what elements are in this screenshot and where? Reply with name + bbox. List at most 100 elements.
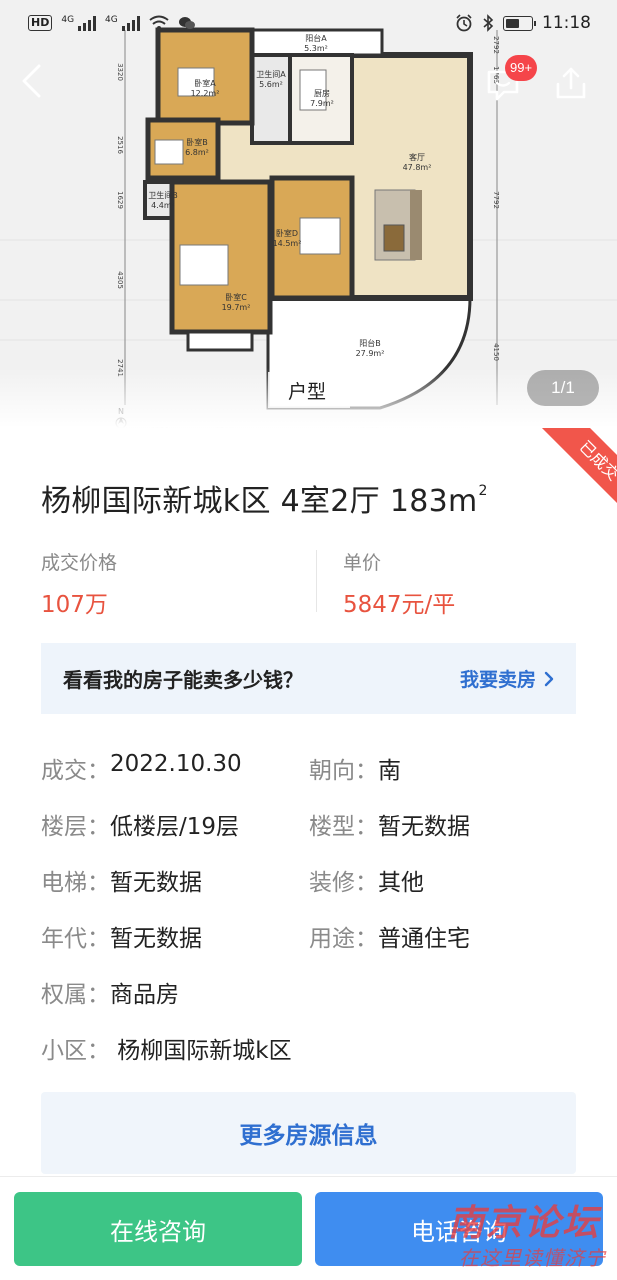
info-label: 小区： [41, 1038, 110, 1064]
floor-plan-gallery[interactable]: 阳台A 5.3m² 卫生间A 5.6m² 厨房 7.9m² 卧室A 12.2m² 卧室B… [0, 0, 617, 428]
room-label-bath-a: 卫生间A [256, 69, 286, 79]
info-value: 南 [378, 758, 401, 784]
room-label-living: 客厅 [409, 152, 425, 162]
price-divider [316, 550, 317, 612]
info-label: 楼层： [41, 814, 110, 840]
back-arrow-icon [22, 64, 41, 98]
info-value: 普通住宅 [378, 926, 470, 952]
room-area-living: 47.8m² [403, 163, 432, 172]
info-label: 权属： [41, 982, 110, 1008]
dimension-label-right: 4150 [492, 343, 500, 361]
unit-price-block: 单价 5847元/平 [343, 548, 455, 619]
dimension-label-left: 2516 [116, 136, 124, 154]
room-label-bedroom-d: 卧室D [276, 228, 298, 238]
wechat-notification-icon [178, 17, 195, 29]
info-value: 暂无数据 [378, 814, 470, 840]
share-button[interactable] [552, 64, 590, 102]
info-row: 楼层： 低楼层/19层 楼型： 暂无数据 [41, 796, 581, 852]
unit-price-label: 单价 [343, 552, 382, 574]
sold-ribbon: 已成交 [537, 428, 617, 508]
status-time: 11:18 [542, 13, 591, 33]
room-label-bedroom-c: 卧室C [225, 292, 247, 302]
sell-house-link-label: 我要卖房 [459, 669, 536, 691]
deal-price-value: 107万 [41, 592, 108, 618]
info-label: 年代： [41, 926, 110, 952]
dimension-label-left: 4305 [116, 271, 124, 289]
room-area-kitchen: 7.9m² [310, 99, 334, 108]
listing-info-grid: 成交： 2022.10.30 朝向：南 楼层： 低楼层/19层 楼型： 暂无数据 电梯… [41, 740, 581, 1076]
dimension-label-left: 3320 [116, 63, 124, 81]
community-link[interactable]: 杨柳国际新城k区 [110, 1031, 291, 1065]
info-cell-year: 年代： 暂无数据 [41, 919, 309, 953]
bottom-action-bar: 在线咨询 电话咨询 [0, 1176, 617, 1280]
battery-icon [503, 15, 536, 31]
deal-price-block: 成交价格 107万 [41, 548, 117, 619]
title-superscript: 2 [478, 483, 488, 499]
online-consult-button[interactable]: 在线咨询 [14, 1192, 302, 1266]
room-area-bedroom-c: 19.7m² [222, 303, 251, 312]
info-row: 权属： 商品房 [41, 964, 581, 1020]
room-area-bath-a: 5.6m² [259, 80, 283, 89]
bath-a-shape [250, 53, 292, 145]
chevron-right-icon [544, 671, 554, 686]
status-bar-right: 11:18 [455, 13, 591, 33]
listing-title-text: 杨柳国际新城k区 4室2厅 183m [41, 484, 478, 519]
wifi-icon [149, 15, 169, 30]
price-row: 成交价格 107万 单价 5847元/平 [41, 548, 576, 618]
info-cell-usage: 用途： 普通住宅 [309, 919, 577, 953]
info-row: 年代： 暂无数据 用途： 普通住宅 [41, 908, 581, 964]
info-value: 低楼层/19层 [110, 814, 240, 840]
hd-indicator: HD [28, 15, 53, 31]
info-value: 其他 [378, 870, 424, 896]
deal-price-label: 成交价格 [41, 552, 118, 574]
sold-ribbon-label: 已成交 [537, 428, 617, 508]
info-label: 用途： [309, 926, 378, 952]
info-cell-community[interactable]: 小区： 杨柳国际新城k区 [41, 1031, 292, 1065]
info-cell-decoration: 装修： 其他 [309, 863, 577, 897]
network-type-1: 4G [61, 15, 75, 25]
info-row: 成交： 2022.10.30 朝向：南 [41, 740, 581, 796]
floor-plan-tag: 户型 [268, 372, 350, 408]
info-label: 电梯： [41, 870, 110, 896]
image-page-indicator: 1/1 [527, 370, 599, 406]
share-icon [556, 67, 586, 99]
room-label-bath-b: 卫生间B [148, 190, 178, 200]
battery-level [506, 18, 519, 28]
room-area-bedroom-a: 12.2m² [191, 89, 220, 98]
more-listing-info-button[interactable]: 更多房源信息 [41, 1092, 576, 1174]
info-cell-ownership: 权属： 商品房 [41, 975, 309, 1009]
sell-question: 看看我的房子能卖多少钱？ [63, 668, 303, 692]
bedroom-c-window [186, 330, 254, 352]
signal-strength-2-icon [121, 15, 140, 31]
signal-strength-icon [78, 15, 97, 31]
info-cell-floor: 楼层： 低楼层/19层 [41, 807, 309, 841]
phone-consult-button[interactable]: 电话咨询 [315, 1192, 603, 1266]
sell-house-link[interactable]: 我要卖房 [460, 665, 554, 692]
room-label-bedroom-b: 卧室B [186, 137, 208, 147]
info-label: 楼型： [309, 814, 378, 840]
room-area-balcony-b: 27.9m² [356, 349, 385, 358]
room-area-bedroom-b: 6.8m² [185, 148, 209, 157]
info-label: 成交： [41, 758, 110, 784]
status-bar: HD 4G 4G 11:18 [0, 0, 617, 46]
alarm-icon [456, 14, 472, 32]
info-row: 电梯： 暂无数据 装修： 其他 [41, 852, 581, 908]
info-value: 暂无数据 [110, 870, 202, 896]
info-cell-deal-date: 成交： 2022.10.30 [41, 751, 309, 785]
info-value: 暂无数据 [110, 926, 202, 952]
room-label-bedroom-a: 卧室A [194, 78, 216, 88]
room-label-balcony-b: 阳台B [359, 338, 381, 348]
message-count-badge: 99+ [505, 55, 538, 81]
status-bar-left: HD 4G 4G [28, 15, 196, 31]
dimension-label-left: 1629 [116, 191, 124, 209]
room-area-bedroom-d: 14.5m² [273, 239, 302, 248]
back-button[interactable] [20, 64, 54, 104]
room-area-bath-b: 4.4m² [151, 201, 175, 210]
info-cell-building-type: 楼型： 暂无数据 [309, 807, 577, 841]
sell-house-banner[interactable]: 看看我的房子能卖多少钱？ 我要卖房 [41, 643, 576, 714]
info-value: 2022.10.30 [110, 751, 242, 777]
listing-title: 杨柳国际新城k区 4室2厅 183m2 [41, 476, 488, 520]
info-value: 商品房 [110, 982, 179, 1008]
info-cell-elevator: 电梯： 暂无数据 [41, 863, 309, 897]
bluetooth-icon [483, 14, 494, 32]
